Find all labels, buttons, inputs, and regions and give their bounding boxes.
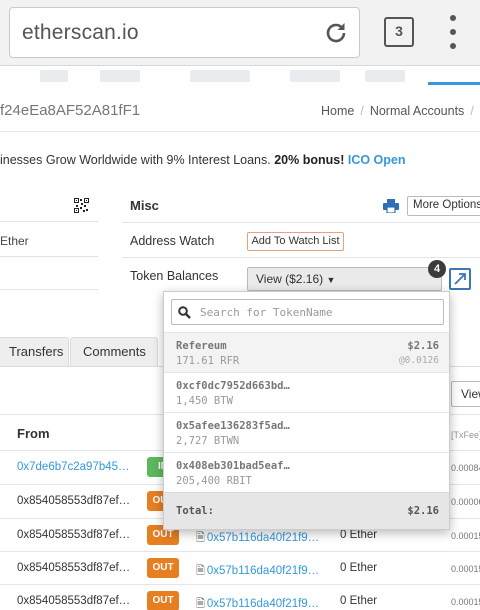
- direction-badge: OUT: [147, 591, 179, 610]
- token-item[interactable]: 0x5afee136283f5ad… 2,727 BTWN: [164, 412, 449, 452]
- overview-panel: Ether: [0, 188, 98, 290]
- print-icon[interactable]: [383, 199, 399, 213]
- token-name: 0xcf0dc7952d663bd…: [176, 380, 290, 392]
- table-row: 0x854058553df87ef… OUT 🗎 0x57b116da40f21f…: [0, 585, 480, 610]
- browser-toolbar: etherscan.io 3: [0, 0, 480, 66]
- from-address[interactable]: 0x854058553df87ef…: [17, 495, 130, 507]
- divider: [122, 222, 480, 223]
- breadcrumb: Home / Normal Accounts /: [321, 104, 474, 118]
- address-header: f24eEa8AF52A81fF1 Home / Normal Accounts /: [0, 90, 480, 132]
- view-button[interactable]: View: [451, 381, 480, 407]
- to-address[interactable]: 0x57b116da40f21f9…: [207, 532, 319, 544]
- from-address[interactable]: 0x854058553df87ef…: [17, 529, 130, 541]
- search-icon: [178, 306, 191, 319]
- add-to-watch-list-button[interactable]: Add To Watch List: [247, 232, 344, 251]
- balance-unit: Ether: [0, 234, 29, 248]
- to-contract-link[interactable]: 🗎 0x57b116da40f21f9…: [196, 562, 319, 581]
- divider: [0, 221, 98, 222]
- promo-bonus: 20% bonus!: [274, 153, 345, 167]
- from-address[interactable]: 0x854058553df87ef…: [17, 595, 130, 607]
- promo-text: inesses Grow Worldwide with 9% Interest …: [0, 153, 271, 167]
- more-options-button[interactable]: More Options: [407, 196, 480, 216]
- token-count-badge: 4: [428, 260, 446, 278]
- divider: [122, 257, 480, 258]
- token-search-input[interactable]: Search for TokenName: [171, 299, 444, 325]
- token-quantity: 1,450 BTW: [176, 395, 233, 407]
- nav-item[interactable]: [290, 70, 340, 82]
- contract-icon: 🗎: [196, 532, 205, 544]
- url-text[interactable]: etherscan.io: [22, 21, 139, 45]
- token-balances-value: View ($2.16): [256, 272, 324, 286]
- to-address[interactable]: 0x57b116da40f21f9…: [207, 598, 319, 610]
- address-bar[interactable]: etherscan.io: [9, 7, 360, 58]
- caret-down-icon: ▼: [326, 275, 336, 285]
- breadcrumb-normal-accounts[interactable]: Normal Accounts: [370, 104, 464, 118]
- reload-icon[interactable]: [323, 20, 349, 46]
- tab-switcher-button[interactable]: 3: [384, 17, 414, 47]
- site-nav: [0, 66, 480, 86]
- token-balances-dropdown[interactable]: View ($2.16) ▼: [247, 267, 442, 291]
- contract-icon: 🗎: [196, 598, 205, 610]
- token-balances-menu: Search for TokenName Refereum 171.61 RFR…: [163, 291, 450, 530]
- tx-fee: 0.00084: [451, 463, 480, 473]
- nav-item[interactable]: [100, 70, 140, 82]
- token-quantity: 171.61 RFR: [176, 355, 240, 367]
- token-item-refereum[interactable]: Refereum 171.61 RFR $2.16 @0.0126: [164, 332, 449, 372]
- to-contract-link[interactable]: 🗎 0x57b116da40f21f9…: [196, 595, 319, 610]
- qr-code-icon[interactable]: [74, 198, 89, 213]
- nav-item[interactable]: [365, 70, 405, 82]
- to-contract-link[interactable]: 🗎 0x57b116da40f21f9…: [196, 529, 319, 548]
- token-item[interactable]: 0x408eb301bad5eaf… 205,400 RBIT: [164, 452, 449, 492]
- breadcrumb-home[interactable]: Home: [321, 104, 354, 118]
- address-watch-label: Address Watch: [130, 234, 215, 248]
- nav-item[interactable]: [190, 70, 250, 82]
- direction-badge: OUT: [147, 558, 179, 578]
- token-name: Refereum: [176, 340, 227, 352]
- expand-icon[interactable]: [449, 268, 471, 290]
- contract-icon: 🗎: [196, 565, 205, 577]
- token-total-label: Total:: [176, 505, 214, 517]
- column-header-from[interactable]: From: [17, 426, 50, 441]
- tx-value: 0 Ether: [340, 562, 378, 574]
- tx-value: 0 Ether: [340, 595, 378, 607]
- token-total-row: Total: $2.16: [164, 492, 449, 529]
- tx-fee: 0.00015: [451, 564, 480, 574]
- promo-banner: inesses Grow Worldwide with 9% Interest …: [0, 153, 406, 167]
- token-rate: @0.0126: [398, 355, 439, 366]
- tx-fee: 0.00015: [451, 531, 480, 541]
- column-header-txfee: [TxFee]: [451, 430, 480, 440]
- token-item[interactable]: 0xcf0dc7952d663bd… 1,450 BTW: [164, 372, 449, 412]
- tx-value: 0 Ether: [340, 529, 378, 541]
- token-search-placeholder: Search for TokenName: [200, 306, 333, 319]
- from-address[interactable]: 0x854058553df87ef…: [17, 562, 130, 574]
- promo-link[interactable]: ICO Open: [348, 153, 406, 167]
- nav-item[interactable]: [40, 70, 68, 82]
- tab-comments[interactable]: Comments: [70, 337, 158, 366]
- token-usd-value: $2.16: [407, 340, 439, 352]
- table-row: 0x854058553df87ef… OUT 🗎 0x57b116da40f21f…: [0, 552, 480, 585]
- divider: [0, 256, 98, 257]
- nav-active-indicator: [428, 82, 480, 85]
- misc-title: Misc: [130, 198, 159, 213]
- token-name: 0x5afee136283f5ad…: [176, 420, 290, 432]
- tx-fee: 0.00015: [451, 597, 480, 607]
- token-name: 0x408eb301bad5eaf…: [176, 460, 290, 472]
- divider: [0, 289, 98, 290]
- token-quantity: 205,400 RBIT: [176, 475, 252, 487]
- token-total-value: $2.16: [407, 505, 439, 517]
- tab-transfers[interactable]: Transfers: [0, 337, 69, 366]
- tx-fee: 0.00006: [451, 497, 480, 507]
- account-address: f24eEa8AF52A81fF1: [0, 102, 141, 119]
- token-balances-label: Token Balances: [130, 269, 219, 283]
- token-quantity: 2,727 BTWN: [176, 435, 240, 447]
- to-address[interactable]: 0x57b116da40f21f9…: [207, 565, 319, 577]
- from-address-link[interactable]: 0x7de6b7c2a97b45…: [17, 461, 130, 473]
- browser-menu-icon[interactable]: [447, 15, 459, 49]
